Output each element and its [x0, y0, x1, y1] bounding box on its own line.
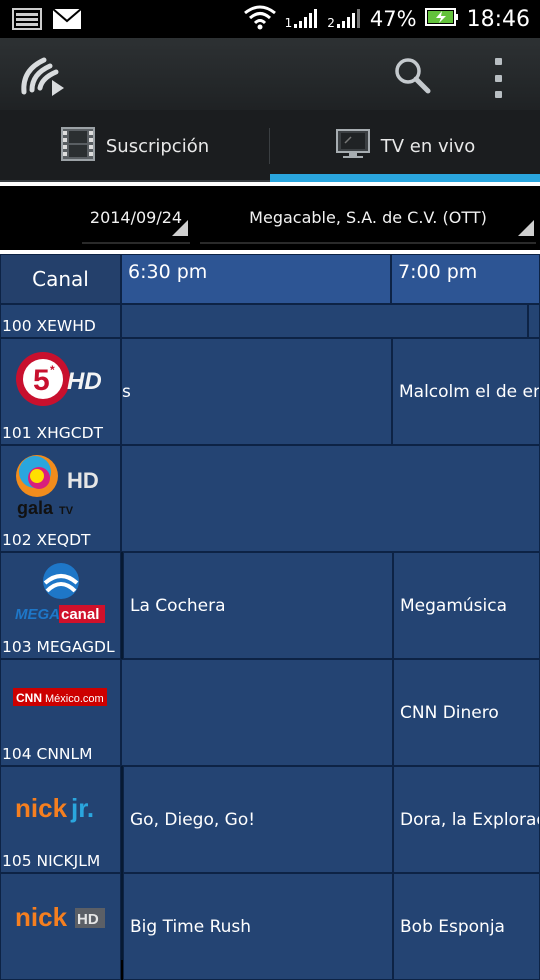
svg-text:HD: HD [67, 468, 99, 493]
svg-text:gala: gala [17, 498, 54, 518]
program-cell[interactable]: Dora, la Explorado [393, 766, 540, 873]
svg-text:nick: nick [15, 793, 68, 823]
tab-tv-en-vivo[interactable]: TV en vivo [270, 110, 540, 182]
program-cell[interactable] [528, 304, 540, 338]
channel-column-header: Canal [0, 254, 121, 304]
channel-cell[interactable]: MEGA canal 103 MEGAGDL [0, 552, 121, 659]
tab-suscripcion[interactable]: Suscripción [0, 110, 269, 182]
program-cell[interactable]: Bob Esponja [393, 873, 540, 980]
svg-text:nick: nick [15, 902, 68, 932]
channel-code: 100 XEWHD [2, 317, 96, 335]
channel-logo: HD gala TV [13, 452, 109, 518]
film-icon [60, 126, 96, 167]
tab-suscripcion-label: Suscripción [105, 135, 210, 157]
action-bar [0, 38, 540, 110]
channel-code: 104 CNNLM [2, 745, 93, 763]
wifi-icon [243, 4, 277, 35]
channel-cell[interactable]: CNN México.com 104 CNNLM [0, 659, 121, 766]
svg-text:HD: HD [67, 368, 102, 395]
channel-cell[interactable]: 5 * HD 101 XHGCDT [0, 338, 121, 445]
program-cell[interactable] [121, 304, 528, 338]
provider-spinner[interactable]: Megacable, S.A. de C.V. (OTT) [200, 192, 536, 244]
program-cell[interactable] [121, 445, 540, 552]
clock: 18:46 [466, 6, 530, 32]
email-notification-icon [52, 8, 82, 34]
signal-sim2-icon: 2 [327, 9, 362, 29]
channel-code: 102 XEQDT [2, 531, 91, 549]
signal-sim1-icon: 1 [285, 9, 320, 29]
tv-icon [335, 128, 371, 165]
dropdown-corner-icon [172, 220, 188, 236]
dropdown-corner-icon [518, 220, 534, 236]
channel-cell[interactable]: HD gala TV 102 XEQDT [0, 445, 121, 552]
channel-cell[interactable]: 100 XEWHD [0, 304, 121, 338]
channel-logo: CNN México.com [13, 686, 109, 708]
channel-logo: nick jr. [13, 789, 109, 829]
time-slot-header: 7:00 pm [391, 254, 540, 304]
svg-text:MEGA: MEGA [15, 606, 60, 623]
svg-text:CNN: CNN [16, 691, 42, 705]
program-cell[interactable] [121, 659, 393, 766]
channel-code: 103 MEGAGDL [2, 638, 115, 656]
time-slot-header: 6:30 pm [121, 254, 391, 304]
channel-code: 101 XHGCDT [2, 424, 104, 442]
provider-value: Megacable, S.A. de C.V. (OTT) [249, 207, 487, 227]
tab-selected-indicator [270, 174, 540, 182]
channel-cell[interactable]: nick HD [0, 873, 121, 980]
svg-text:HD: HD [77, 911, 99, 928]
battery-charging-icon [424, 7, 459, 32]
image-notification-icon [12, 8, 42, 34]
program-cell[interactable]: La Cochera [123, 552, 393, 659]
battery-percent: 47% [369, 7, 417, 31]
program-cell[interactable]: Big Time Rush [123, 873, 393, 980]
svg-text:5: 5 [33, 364, 50, 397]
program-cell[interactable]: Malcolm el de en [392, 338, 540, 445]
tab-tv-en-vivo-label: TV en vivo [380, 135, 476, 157]
svg-text:canal: canal [61, 606, 99, 623]
date-value: 2014/09/24 [89, 207, 183, 227]
program-cell[interactable]: Megamúsica [393, 552, 540, 659]
svg-text:jr.: jr. [70, 793, 94, 823]
svg-text:TV: TV [59, 505, 74, 517]
channel-logo: 5 * HD [13, 347, 109, 411]
overflow-menu-icon[interactable] [486, 58, 510, 98]
svg-text:*: * [50, 363, 55, 377]
date-spinner[interactable]: 2014/09/24 [82, 192, 190, 244]
program-cell[interactable]: s [121, 338, 392, 445]
search-icon[interactable] [392, 56, 434, 96]
filter-bar: 2014/09/24 Megacable, S.A. de C.V. (OTT) [0, 186, 540, 250]
svg-text:México.com: México.com [45, 693, 104, 705]
app-logo-icon[interactable] [18, 50, 68, 98]
channel-code: 105 NICKJLM [2, 852, 101, 870]
tab-bar: Suscripción TV en vivo [0, 110, 540, 182]
program-cell[interactable]: Go, Diego, Go! [123, 766, 393, 873]
channel-logo: nick HD [13, 898, 109, 938]
status-bar: 1 2 47% 18:46 [0, 0, 540, 38]
channel-logo: MEGA canal [13, 561, 109, 627]
channel-cell[interactable]: nick jr. 105 NICKJLM [0, 766, 121, 873]
program-cell[interactable]: CNN Dinero [393, 659, 540, 766]
program-guide: Canal 6:30 pm 7:00 pm 100 XEWHD 5 * HD 1… [0, 254, 540, 980]
